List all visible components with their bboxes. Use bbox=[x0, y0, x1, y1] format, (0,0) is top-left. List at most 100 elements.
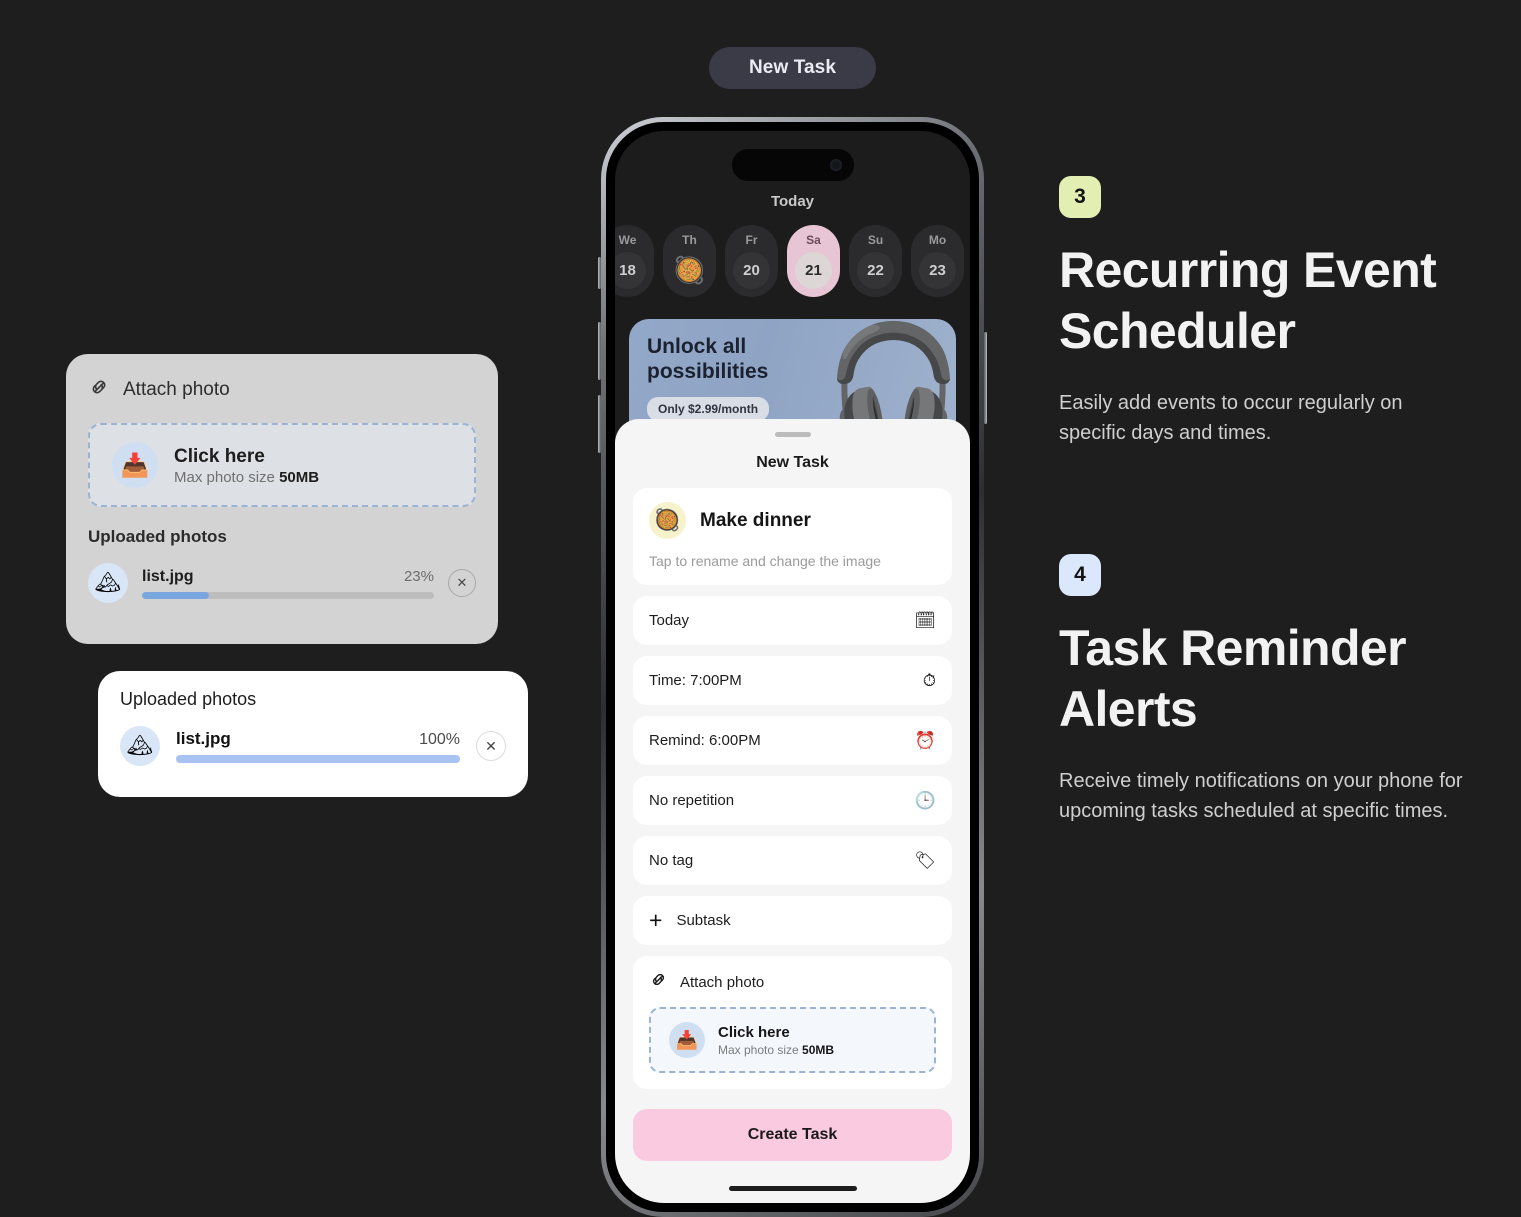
dropzone-text: Click here Max photo size 50MB bbox=[174, 444, 319, 487]
phone-volume-down-button[interactable] bbox=[598, 395, 601, 453]
task-emoji-icon[interactable]: 🥘 bbox=[649, 502, 686, 539]
uploaded-photos-card: Uploaded photos 🏔 list.jpg 100% ✕ bbox=[98, 671, 528, 797]
upload-progress-fill bbox=[142, 591, 210, 599]
promo-title-line2: possibilities bbox=[647, 359, 769, 383]
photo-thumbnail-icon: 🏔 bbox=[120, 726, 160, 766]
calendar-day-20[interactable]: Fr 20 bbox=[725, 225, 778, 297]
calendar-day-name: We bbox=[618, 233, 637, 247]
uploaded-item-row: 🏔 list.jpg 100% ✕ bbox=[120, 726, 506, 766]
add-subtask-row[interactable]: + Subtask bbox=[633, 896, 952, 945]
uploaded-progress-track bbox=[176, 755, 460, 763]
task-option-row[interactable]: No repetition 🕒 bbox=[633, 776, 952, 825]
feature-description: Easily add events to occur regularly on … bbox=[1059, 392, 1403, 445]
calendar-icon: 🗓 bbox=[914, 610, 936, 630]
broken-link-icon bbox=[649, 970, 668, 994]
upload-item-row: 🏔 list.jpg 23% ✕ bbox=[88, 563, 476, 603]
task-option-label: Remind: 6:00PM bbox=[649, 732, 761, 749]
promo-title-line1: Unlock all bbox=[647, 335, 747, 358]
subtask-label: Subtask bbox=[676, 912, 731, 929]
inbox-tray-icon: 📥 bbox=[112, 442, 158, 488]
inbox-tray-icon: 📥 bbox=[669, 1022, 705, 1058]
task-option-label: Time: 7:00PM bbox=[649, 672, 742, 689]
task-option-row[interactable]: Today 🗓 bbox=[633, 596, 952, 645]
calendar-day-Th[interactable]: Th 🥘 bbox=[663, 225, 716, 297]
feature-number-badge: 3 bbox=[1059, 176, 1101, 218]
tag-icon: 🏷 bbox=[914, 850, 936, 870]
calendar-day-strip[interactable]: We18Th🥘Fr20Sa21Su22Mo23Tu24 bbox=[615, 225, 964, 297]
phone-mockup: Today We18Th🥘Fr20Sa21Su22Mo23Tu24 🎧 Unlo… bbox=[598, 117, 987, 1217]
task-rename-hint: Tap to rename and change the image bbox=[649, 553, 881, 569]
home-indicator bbox=[728, 1186, 857, 1191]
upload-file-name: list.jpg bbox=[142, 567, 194, 585]
task-option-row[interactable]: Remind: 6:00PM ⏰ bbox=[633, 716, 952, 765]
photo-dropzone[interactable]: 📥 Click here Max photo size 50MB bbox=[88, 423, 476, 507]
remove-uploaded-button[interactable]: ✕ bbox=[476, 731, 506, 761]
history-icon: 🕒 bbox=[914, 790, 936, 810]
task-name-card[interactable]: 🥘 Make dinner Tap to rename and change t… bbox=[633, 488, 952, 585]
plus-icon: + bbox=[649, 907, 663, 933]
promo-title: Unlock all possibilities bbox=[647, 335, 817, 385]
stopwatch-icon: ⏱ bbox=[922, 670, 936, 690]
upload-percent: 23% bbox=[403, 567, 434, 585]
phone-volume-up-button[interactable] bbox=[598, 322, 601, 380]
attach-photo-label: Attach photo bbox=[123, 378, 230, 400]
sheet-attach-label: Attach photo bbox=[680, 973, 765, 991]
task-option-row[interactable]: Time: 7:00PM ⏱ bbox=[633, 656, 952, 705]
uploaded-progress-group: list.jpg 100% bbox=[176, 729, 460, 763]
calendar-day-23[interactable]: Mo 23 bbox=[911, 225, 964, 297]
create-task-button[interactable]: Create Task bbox=[633, 1109, 952, 1161]
attach-photo-card: Attach photo 📥 Click here Max photo size… bbox=[66, 354, 498, 644]
uploaded-photos-title: Uploaded photos bbox=[120, 689, 257, 709]
calendar-day-number: 22 bbox=[857, 252, 894, 289]
remove-upload-button[interactable]: ✕ bbox=[448, 569, 476, 597]
dropzone-sub-prefix: Max photo size bbox=[174, 469, 280, 487]
upload-progress-group: list.jpg 23% bbox=[142, 568, 434, 599]
sheet-dropzone-subtitle: Max photo size 50MB bbox=[718, 1043, 834, 1057]
calendar-day-21[interactable]: Sa 21 bbox=[787, 225, 840, 297]
sheet-drag-handle[interactable] bbox=[774, 432, 811, 437]
upload-progress-track bbox=[142, 591, 434, 599]
task-options-list: Today 🗓 Time: 7:00PM ⏱ Remind: 6:00PM ⏰ No rep… bbox=[633, 596, 952, 885]
front-camera-icon bbox=[829, 159, 842, 171]
phone-bezel: Today We18Th🥘Fr20Sa21Su22Mo23Tu24 🎧 Unlo… bbox=[606, 122, 979, 1212]
sheet-photo-dropzone[interactable]: 📥 Click here Max photo size 50MB bbox=[649, 1007, 936, 1073]
uploaded-progress-fill bbox=[176, 755, 460, 763]
phone-screen: Today We18Th🥘Fr20Sa21Su22Mo23Tu24 🎧 Unlo… bbox=[615, 131, 970, 1203]
sheet-dropzone-title: Click here bbox=[718, 1023, 790, 1041]
calendar-day-18[interactable]: We 18 bbox=[615, 225, 654, 297]
phone-power-button[interactable] bbox=[984, 332, 987, 424]
calendar-day-emoji-icon: 🥘 bbox=[673, 255, 706, 285]
attach-photo-header: Attach photo bbox=[88, 376, 476, 403]
screen-header-today: Today bbox=[770, 193, 815, 210]
calendar-day-name: Mo bbox=[928, 233, 947, 247]
calendar-day-name: Fr bbox=[745, 233, 758, 247]
sheet-drop-sub-prefix: Max photo size bbox=[718, 1042, 803, 1057]
dropzone-title: Click here bbox=[174, 445, 265, 467]
phone-frame: Today We18Th🥘Fr20Sa21Su22Mo23Tu24 🎧 Unlo… bbox=[598, 117, 987, 1217]
dynamic-island bbox=[731, 149, 854, 181]
uploaded-percent: 100% bbox=[419, 731, 460, 748]
task-option-label: No tag bbox=[649, 852, 694, 869]
promo-price-badge: Only $2.99/month bbox=[647, 396, 770, 421]
new-task-pill[interactable]: New Task bbox=[709, 47, 876, 89]
phone-silent-switch[interactable] bbox=[598, 257, 601, 289]
task-name-value: Make dinner bbox=[700, 509, 811, 531]
photo-thumbnail-icon: 🏔 bbox=[88, 563, 128, 603]
feature-block-4: 4 Task Reminder Alerts Receive timely no… bbox=[1059, 554, 1479, 827]
sheet-attach-photo-card: Attach photo 📥 Click here Max photo size… bbox=[633, 956, 952, 1089]
calendar-day-number: 21 bbox=[795, 252, 832, 289]
sheet-title: New Task bbox=[756, 454, 829, 471]
task-option-row[interactable]: No tag 🏷 bbox=[633, 836, 952, 885]
calendar-day-22[interactable]: Su 22 bbox=[849, 225, 902, 297]
task-option-label: Today bbox=[649, 612, 690, 629]
feature-block-3: 3 Recurring Event Scheduler Easily add e… bbox=[1059, 176, 1479, 449]
calendar-day-number: 20 bbox=[733, 252, 770, 289]
alarm-clock-icon: ⏰ bbox=[914, 730, 936, 750]
broken-link-icon bbox=[88, 376, 110, 403]
calendar-day-name: Sa bbox=[806, 233, 821, 247]
uploaded-file-name: list.jpg bbox=[176, 729, 231, 748]
sheet-drop-sub-value: 50MB bbox=[802, 1042, 835, 1057]
dropzone-subtitle: Max photo size 50MB bbox=[174, 469, 319, 486]
new-task-sheet: New Task 🥘 Make dinner Tap to rename and… bbox=[615, 419, 970, 1203]
uploaded-photos-label: Uploaded photos bbox=[88, 527, 227, 546]
